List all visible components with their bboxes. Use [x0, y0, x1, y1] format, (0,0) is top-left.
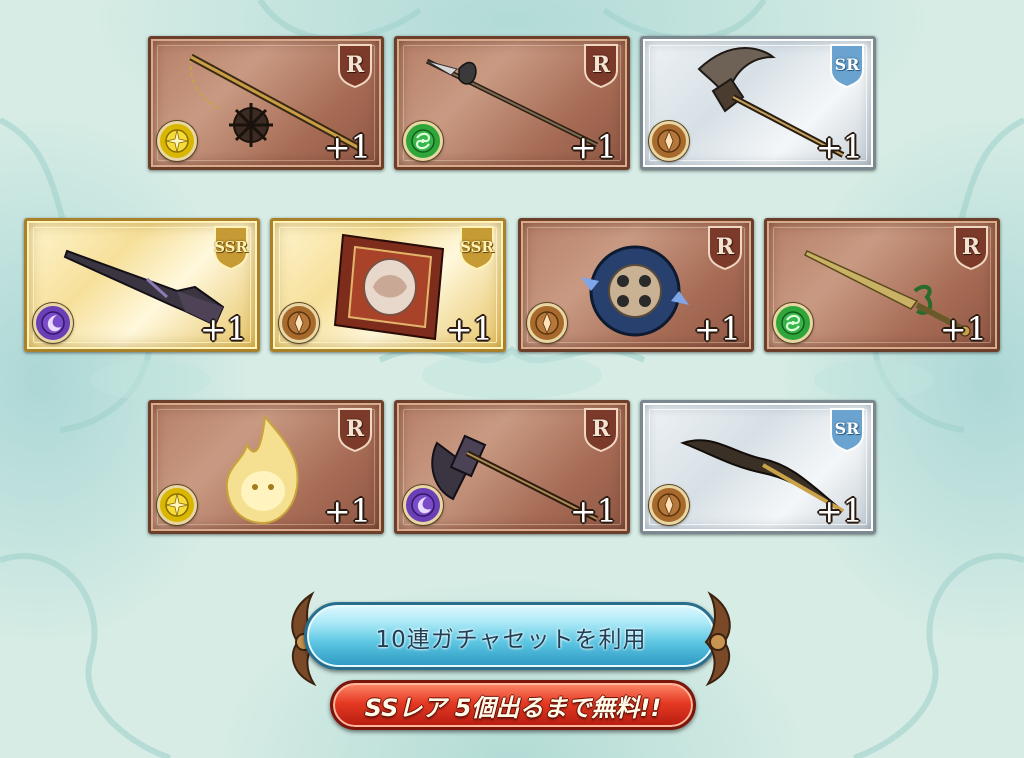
element-wind-icon: [773, 303, 813, 343]
rarity-label: R: [345, 52, 365, 78]
rarity-label: SSR: [460, 237, 494, 256]
plus-level: +1: [199, 310, 247, 348]
rarity-badge: R: [581, 406, 621, 452]
rarity-label: R: [715, 234, 735, 260]
weapon-card[interactable]: R +1: [394, 36, 630, 170]
weapon-card[interactable]: SR +1: [640, 36, 876, 170]
weapon-card[interactable]: R +1: [148, 400, 384, 534]
weapon-card[interactable]: SSR +1: [24, 218, 260, 352]
weapon-card[interactable]: SSR +1: [270, 218, 506, 352]
element-light-icon: [157, 121, 197, 161]
rarity-badge: SSR: [211, 224, 251, 270]
rarity-label: R: [591, 52, 611, 78]
rarity-label: SR: [834, 55, 860, 74]
element-earth-icon: [649, 121, 689, 161]
plus-level: +1: [323, 128, 371, 166]
rarity-badge: R: [951, 224, 991, 270]
weapon-card[interactable]: R +1: [148, 36, 384, 170]
rarity-badge: R: [705, 224, 745, 270]
plus-level: +1: [693, 310, 741, 348]
weapon-card[interactable]: SR +1: [640, 400, 876, 534]
weapon-card[interactable]: R +1: [764, 218, 1000, 352]
weapon-card[interactable]: R +1: [394, 400, 630, 534]
plus-level: +1: [569, 128, 617, 166]
gacha-10-pull-set-button[interactable]: 10連ガチャセットを利用: [282, 590, 740, 694]
rarity-badge: R: [335, 42, 375, 88]
element-earth-icon: [279, 303, 319, 343]
rarity-badge: R: [335, 406, 375, 452]
plus-level: +1: [445, 310, 493, 348]
rarity-label: R: [961, 234, 981, 260]
plus-level: +1: [815, 128, 863, 166]
rarity-label: SSR: [214, 237, 248, 256]
element-dark-icon: [33, 303, 73, 343]
rarity-badge: SR: [827, 42, 867, 88]
plus-level: +1: [323, 492, 371, 530]
gacha-button-label: 10連ガチャセットを利用: [375, 627, 647, 653]
rarity-label: R: [345, 416, 365, 442]
free-until-ssr-banner[interactable]: SSレア 5個出るまで無料!!: [330, 680, 696, 730]
element-wind-icon: [403, 121, 443, 161]
rarity-badge: R: [581, 42, 621, 88]
rarity-label: R: [591, 416, 611, 442]
element-dark-icon: [403, 485, 443, 525]
plus-level: +1: [815, 492, 863, 530]
weapon-card[interactable]: R +1: [518, 218, 754, 352]
rarity-badge: SSR: [457, 224, 497, 270]
plus-level: +1: [939, 310, 987, 348]
promo-text: SSレア 5個出るまで無料!!: [364, 693, 662, 722]
element-earth-icon: [649, 485, 689, 525]
plus-level: +1: [569, 492, 617, 530]
rarity-badge: SR: [827, 406, 867, 452]
element-light-icon: [157, 485, 197, 525]
element-earth-icon: [527, 303, 567, 343]
rarity-label: SR: [834, 419, 860, 438]
